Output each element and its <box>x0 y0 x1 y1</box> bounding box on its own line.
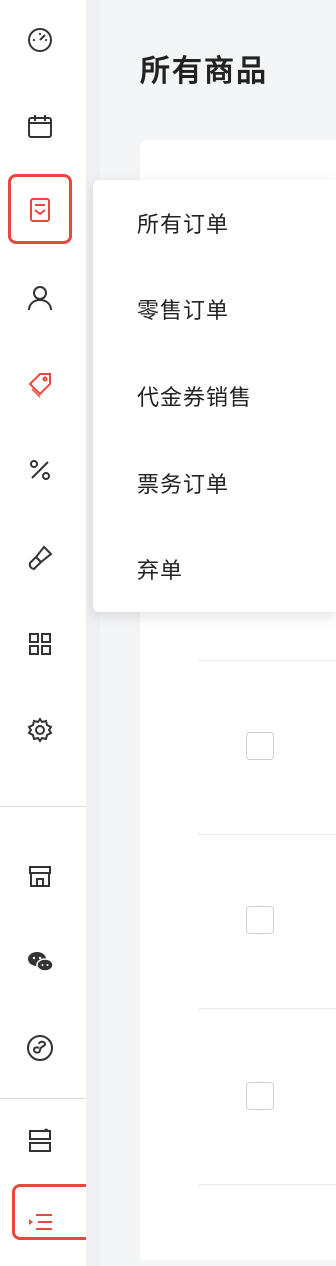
table-row-divider <box>198 834 336 835</box>
orders-dropdown-menu: 所有订单 零售订单 代金券销售 票务订单 弃单 <box>93 180 336 612</box>
table-row-divider <box>198 1008 336 1009</box>
menu-item-voucher-sales[interactable]: 代金券销售 <box>137 380 252 412</box>
user-icon[interactable] <box>18 276 62 320</box>
wechat-icon[interactable] <box>18 940 62 984</box>
brush-icon[interactable] <box>18 536 62 580</box>
menu-item-retail-orders[interactable]: 零售订单 <box>137 293 229 325</box>
dashboard-icon[interactable] <box>18 18 62 62</box>
row-checkbox[interactable] <box>246 906 274 934</box>
menu-item-ticket-orders[interactable]: 票务订单 <box>137 467 229 499</box>
menu-item-abandoned-orders[interactable]: 弃单 <box>137 553 183 585</box>
table-row-divider <box>198 660 336 661</box>
sidebar <box>0 0 106 1266</box>
tag-icon[interactable] <box>18 362 62 406</box>
mini-program-icon[interactable] <box>18 1026 62 1070</box>
menu-item-all-orders[interactable]: 所有订单 <box>137 207 229 239</box>
layout-icon[interactable] <box>18 1118 62 1162</box>
table-row-divider <box>198 1184 336 1185</box>
percent-icon[interactable] <box>18 448 62 492</box>
store-icon[interactable] <box>18 854 62 898</box>
calendar-icon[interactable] <box>18 104 62 148</box>
row-checkbox[interactable] <box>246 732 274 760</box>
sidebar-divider <box>0 806 86 807</box>
apps-grid-icon[interactable] <box>18 622 62 666</box>
settings-icon[interactable] <box>18 708 62 752</box>
row-checkbox[interactable] <box>246 1082 274 1110</box>
page-title: 所有商品 <box>140 54 268 89</box>
orders-icon[interactable] <box>18 188 62 232</box>
sidebar-divider <box>0 1098 86 1099</box>
collapse-menu-icon[interactable] <box>18 1200 62 1244</box>
